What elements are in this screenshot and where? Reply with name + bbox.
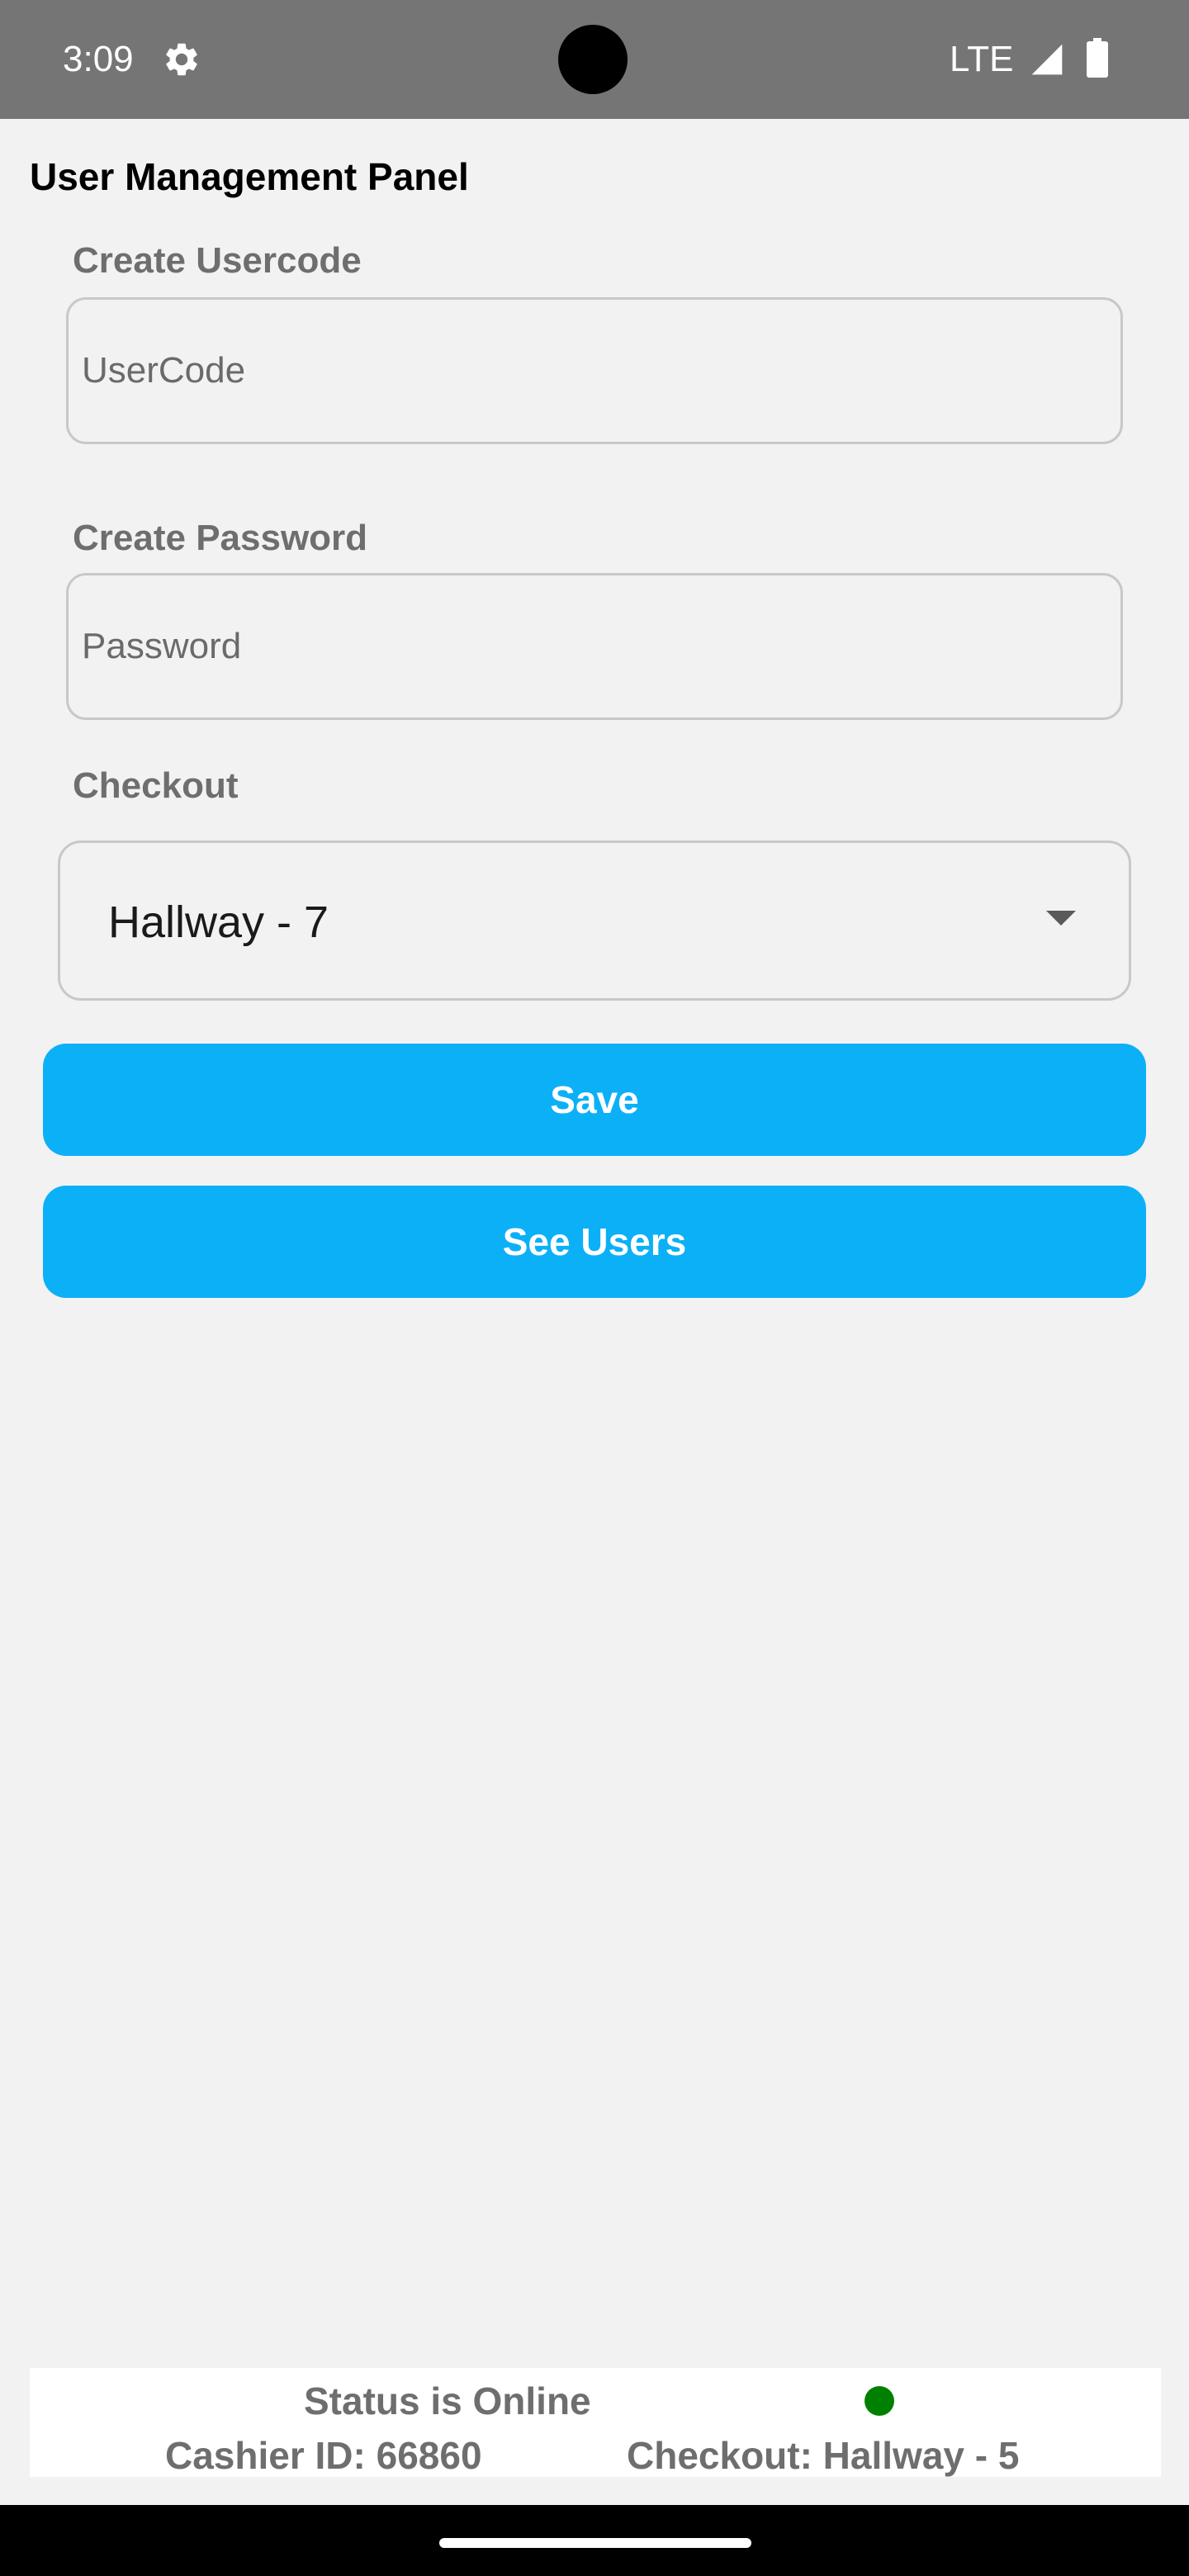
home-gesture-handle[interactable]: [439, 2538, 751, 2548]
cashier-id: Cashier ID: 66860: [165, 2434, 482, 2477]
user-management-screen: User Management Panel Create Usercode Cr…: [0, 119, 1189, 2505]
save-button[interactable]: Save: [43, 1044, 1146, 1156]
checkout-label: Checkout: [73, 765, 239, 806]
usercode-input[interactable]: [82, 300, 1106, 442]
navigation-bar: [0, 2505, 1189, 2576]
status-text: Status is Online: [304, 2379, 591, 2422]
page-title: User Management Panel: [30, 155, 469, 198]
status-bar: 3:09 LTE: [0, 0, 1189, 119]
gear-icon: [166, 43, 197, 76]
password-field[interactable]: [66, 573, 1123, 720]
online-status-dot-icon: [865, 2386, 894, 2416]
status-footer: Status is Online Cashier ID: 66860 Check…: [30, 2368, 1161, 2477]
status-time: 3:09: [63, 39, 134, 79]
see-users-button[interactable]: See Users: [43, 1186, 1146, 1298]
password-label: Create Password: [73, 518, 368, 558]
usercode-field[interactable]: [66, 297, 1123, 444]
camera-cutout: [558, 25, 628, 94]
battery-icon: [1087, 38, 1108, 78]
password-input[interactable]: [82, 575, 1106, 717]
current-checkout: Checkout: Hallway - 5: [627, 2434, 1020, 2477]
usercode-label: Create Usercode: [73, 240, 362, 281]
checkout-dropdown[interactable]: Hallway - 7: [58, 841, 1131, 1001]
network-type: LTE: [950, 39, 1014, 79]
signal-icon: [1031, 44, 1063, 75]
checkout-selected-value: Hallway - 7: [108, 897, 329, 947]
caret-down-icon: [1046, 911, 1076, 926]
